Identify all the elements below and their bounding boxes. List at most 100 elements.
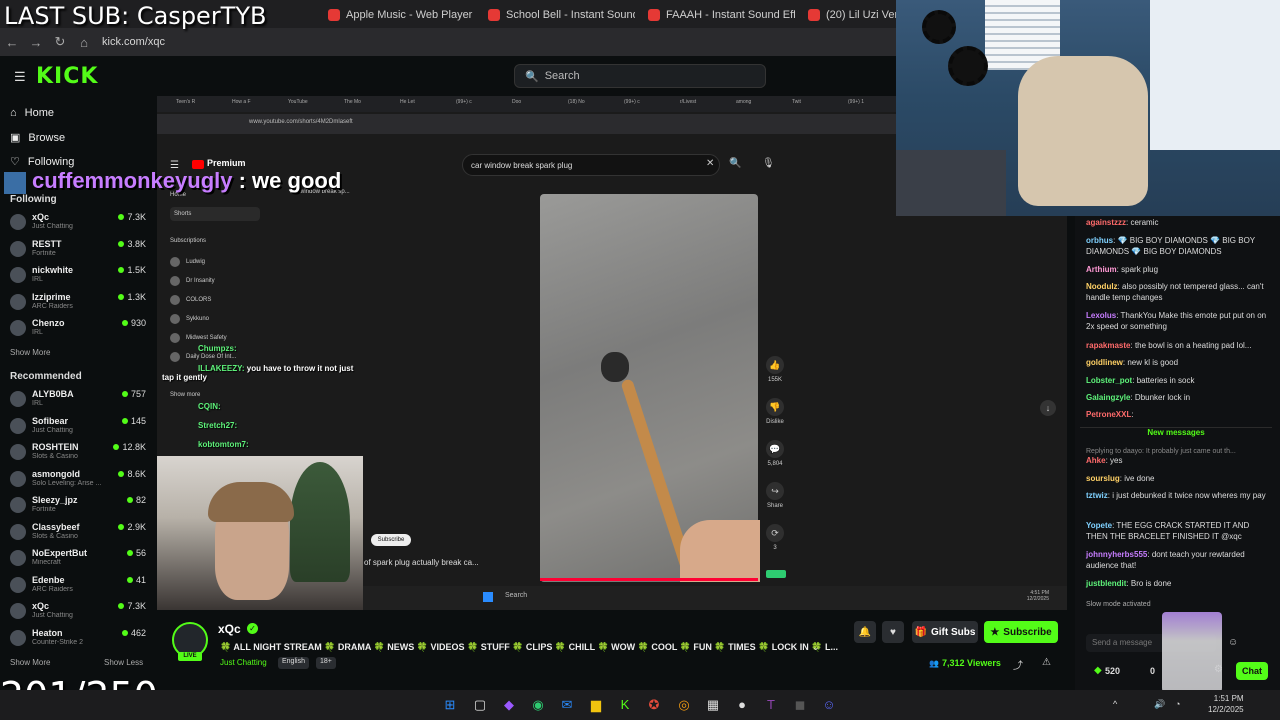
home-icon[interactable]: ⌂ bbox=[72, 35, 96, 50]
chat-username[interactable]: johnnyherbs555 bbox=[1086, 550, 1147, 559]
channel-avatar bbox=[170, 314, 180, 324]
sidebar-channel[interactable]: nickwhite IRL 1.5K bbox=[10, 265, 146, 289]
channel-category: Just Chatting bbox=[32, 426, 73, 434]
sidebar-channel[interactable]: Sleezy_jpz Fortnite 82 bbox=[10, 495, 146, 519]
sidebar-channel[interactable]: xQc Just Chatting 7.3K bbox=[10, 601, 146, 625]
forward-icon[interactable]: → bbox=[24, 35, 48, 50]
url-field[interactable]: kick.com/xqc bbox=[102, 36, 165, 48]
system-clock[interactable]: 1:51 PM 12/2/2025 bbox=[1208, 693, 1244, 715]
chat-username[interactable]: Lobster_pot bbox=[1086, 376, 1132, 385]
viewer-count: 757 bbox=[122, 389, 146, 399]
outlook-icon[interactable]: ✉ bbox=[558, 696, 576, 714]
yt-action-label: 3 bbox=[773, 545, 777, 551]
chrome-icon[interactable]: ◎ bbox=[675, 696, 693, 714]
notification-bell-button[interactable]: 🔔 bbox=[854, 621, 876, 643]
nav-home[interactable]: ⌂ Home bbox=[10, 107, 54, 119]
kick-logo[interactable]: KICK bbox=[36, 64, 98, 89]
share-icon[interactable]: ⤴ bbox=[1013, 657, 1023, 672]
chat-username[interactable]: rapakmaste bbox=[1086, 341, 1130, 350]
chat-username[interactable]: Yopete bbox=[1086, 521, 1112, 530]
edge-icon[interactable]: ◉ bbox=[529, 696, 547, 714]
channel-category: Counter-Strike 2 bbox=[32, 638, 83, 646]
app-icon[interactable]: ◆ bbox=[500, 696, 518, 714]
tray-chevron-icon[interactable]: ^ bbox=[1113, 699, 1117, 709]
chat-username[interactable]: tztwiz bbox=[1086, 491, 1108, 500]
channel-name: Heaton bbox=[32, 627, 63, 638]
chat-username[interactable]: Galaingzyle bbox=[1086, 393, 1130, 402]
sidebar-channel[interactable]: xQc Just Chatting 7.3K bbox=[10, 212, 146, 236]
show-more-following[interactable]: Show More bbox=[10, 348, 50, 357]
tab-youtube-uzi[interactable]: (20) Lil Uzi Vert - Rele bbox=[800, 4, 900, 26]
chat-username[interactable]: Ahke bbox=[1086, 456, 1106, 465]
report-icon[interactable]: ⚠ bbox=[1042, 657, 1051, 668]
chat-username[interactable]: Noodulz bbox=[1086, 282, 1118, 291]
chat-username[interactable]: sourslug bbox=[1086, 474, 1120, 483]
network-icon[interactable]: ◔ bbox=[1175, 699, 1180, 709]
sidebar-channel[interactable]: Chenzo IRL 930 bbox=[10, 318, 146, 342]
wall-gear-decor bbox=[948, 46, 988, 86]
chat-username[interactable]: Lexolus bbox=[1086, 311, 1116, 320]
channel-name: Izziprime bbox=[32, 291, 71, 302]
channel-category: ARC Raiders bbox=[32, 585, 73, 593]
back-icon[interactable]: ← bbox=[0, 35, 24, 50]
tab-faaah[interactable]: FAAAH - Instant Sound Effect B✕ bbox=[640, 4, 795, 26]
chat-username[interactable]: justblendit bbox=[1086, 579, 1126, 588]
gift-subs-button[interactable]: 🎁 Gift Subs bbox=[912, 621, 978, 643]
sidebar-channel[interactable]: Sofibear Just Chatting 145 bbox=[10, 416, 146, 440]
channel-name: Chenzo bbox=[32, 318, 65, 328]
overlay-chat-user: CQIN: bbox=[198, 402, 221, 411]
sidebar-channel[interactable]: Classybeef Slots & Casino 2.9K bbox=[10, 522, 146, 546]
new-messages-divider[interactable]: New messages bbox=[1080, 427, 1272, 439]
volume-icon[interactable]: 🔊 bbox=[1154, 699, 1165, 710]
tab-school-bell[interactable]: School Bell - Instant Sound Effe✕ bbox=[480, 4, 635, 26]
channel-name: nickwhite bbox=[32, 265, 74, 275]
sidebar-channel[interactable]: ROSHTEIN Slots & Casino 12.8K bbox=[10, 442, 146, 466]
emote-icon[interactable]: ☺ bbox=[1228, 637, 1238, 648]
tag-age[interactable]: 18+ bbox=[316, 657, 336, 669]
sidebar-channel[interactable]: Edenbe ARC Raiders 41 bbox=[10, 575, 146, 599]
folder-icon[interactable]: ▆ bbox=[587, 696, 605, 714]
tab-apple-music[interactable]: Apple Music - Web Player✕ bbox=[320, 4, 475, 26]
sidebar-channel[interactable]: asmongold Solo Leveling: Arise ... 8.6K bbox=[10, 469, 146, 493]
chevron-down-icon[interactable]: ⌄ bbox=[812, 642, 820, 653]
nav-following[interactable]: ♡ Following bbox=[10, 155, 74, 169]
menu-icon[interactable]: ☰ bbox=[14, 69, 26, 85]
app-icon[interactable]: ◼ bbox=[791, 696, 809, 714]
sidebar-channel[interactable]: RESTT Fortnite 3.8K bbox=[10, 239, 146, 263]
chat-username[interactable]: againstzzz bbox=[1086, 218, 1126, 227]
chat-send-button[interactable]: Chat bbox=[1236, 662, 1268, 680]
chat-username[interactable]: Arthium bbox=[1086, 265, 1117, 274]
task-view-icon[interactable]: ▢ bbox=[471, 696, 489, 714]
yt-channel-name: Midwest Safety bbox=[186, 335, 227, 341]
app-icon[interactable]: ● bbox=[733, 696, 751, 714]
stream-category[interactable]: Just Chatting bbox=[220, 658, 267, 667]
show-more-recommended[interactable]: Show More bbox=[10, 658, 50, 667]
viewer-count: 56 bbox=[127, 548, 146, 558]
streamer-name[interactable]: xQc bbox=[218, 622, 241, 636]
windows-start-icon[interactable]: ⊞ bbox=[441, 696, 459, 714]
store-icon[interactable]: ▦ bbox=[704, 696, 722, 714]
tag-language[interactable]: English bbox=[278, 657, 309, 669]
chat-username[interactable]: orbhus bbox=[1086, 236, 1113, 245]
chat-username[interactable]: PetroneXXL bbox=[1086, 410, 1131, 419]
follow-button[interactable]: ♥ bbox=[882, 621, 904, 643]
sidebar-channel[interactable]: Heaton Counter-Strike 2 462 bbox=[10, 628, 146, 652]
nav-browse[interactable]: ▣ Browse bbox=[10, 131, 65, 145]
show-less-recommended[interactable]: Show Less bbox=[104, 658, 143, 667]
viewers-icon: 👥 bbox=[929, 659, 939, 668]
app-icon[interactable]: ✪ bbox=[645, 696, 663, 714]
yt-action: 👎 Dislike bbox=[762, 398, 788, 425]
teams-icon[interactable]: T bbox=[762, 696, 780, 714]
discord-icon[interactable]: ☺ bbox=[820, 696, 838, 714]
yt-subscribe-button: Subscribe bbox=[371, 534, 411, 546]
reload-icon[interactable]: ↻ bbox=[48, 34, 72, 50]
sidebar-channel[interactable]: NoExpertBut Minecraft 56 bbox=[10, 548, 146, 572]
subscribe-button[interactable]: ★ Subscribe bbox=[984, 621, 1058, 643]
kick-app-icon[interactable]: K bbox=[616, 696, 634, 714]
yt-channel-name: COLORS bbox=[186, 297, 212, 303]
viewer-count: 12.8K bbox=[113, 442, 146, 452]
sidebar-channel[interactable]: Izziprime ARC Raiders 1.3K bbox=[10, 292, 146, 316]
search-input[interactable]: 🔍 Search bbox=[514, 64, 766, 88]
sidebar-channel[interactable]: ALYB0BA IRL 757 bbox=[10, 389, 146, 413]
chat-username[interactable]: goldlinew bbox=[1086, 358, 1123, 367]
